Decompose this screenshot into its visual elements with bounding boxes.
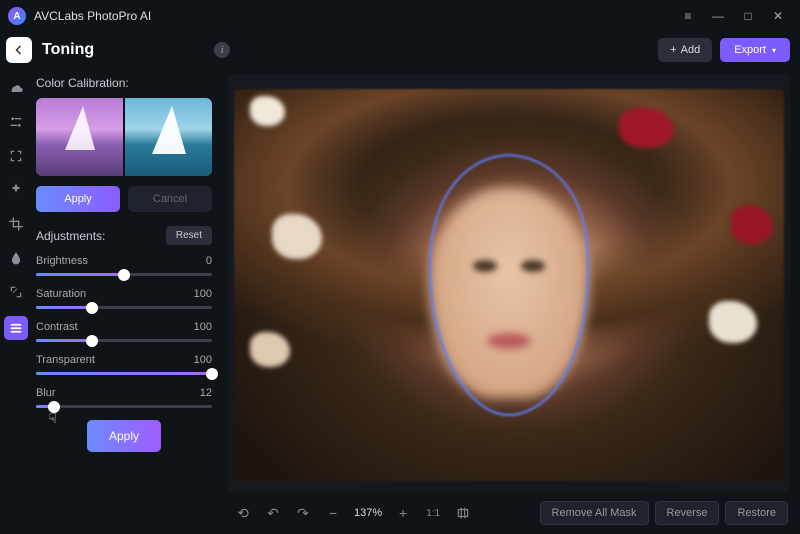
slider-transparent: Transparent 100 — [36, 354, 212, 375]
refresh-icon[interactable]: ⟲ — [230, 501, 256, 525]
minimize-icon[interactable]: — — [704, 4, 732, 28]
undo-icon[interactable]: ↶ — [260, 501, 286, 525]
main: Color Calibration: Apply Cancel Adjustme… — [0, 68, 800, 534]
app-logo: A — [8, 7, 26, 25]
cloud-icon[interactable] — [6, 78, 26, 98]
plus-icon: + — [670, 44, 676, 56]
bottombar-right: Remove All Mask Reverse Restore — [540, 501, 788, 525]
add-label: Add — [681, 44, 701, 56]
calibration-preview[interactable] — [36, 98, 212, 176]
zoom-out-icon[interactable]: − — [320, 501, 346, 525]
cursor-icon: ☟ — [48, 410, 57, 427]
back-button[interactable] — [6, 37, 32, 63]
ratio-button[interactable]: 1:1 — [420, 501, 446, 525]
canvas-area: ⟲ ↶ ↷ − 137% + 1:1 Remove All Mask Rever… — [222, 68, 800, 534]
toning-icon[interactable] — [4, 316, 28, 340]
restore-button[interactable]: Restore — [725, 501, 788, 525]
slider-track[interactable]: ☟ — [36, 405, 212, 408]
calibration-label: Color Calibration: — [36, 76, 212, 90]
slider-saturation: Saturation 100 — [36, 288, 212, 309]
slider-contrast: Contrast 100 — [36, 321, 212, 342]
magic-icon[interactable] — [6, 180, 26, 200]
sidebar: Color Calibration: Apply Cancel Adjustme… — [32, 68, 222, 534]
sliders-icon[interactable] — [6, 112, 26, 132]
slider-name: Saturation — [36, 288, 86, 300]
chevron-down-icon: ▾ — [772, 46, 776, 55]
slider-track[interactable] — [36, 306, 212, 309]
slider-track[interactable] — [36, 273, 212, 276]
slider-name: Contrast — [36, 321, 78, 333]
redo-icon[interactable]: ↷ — [290, 501, 316, 525]
arrow-left-icon — [13, 44, 25, 56]
crop-icon[interactable] — [6, 214, 26, 234]
drop-icon[interactable] — [6, 248, 26, 268]
face-selection — [409, 137, 609, 417]
reverse-button[interactable]: Reverse — [655, 501, 720, 525]
topbar-right: + Add Export ▾ — [658, 38, 790, 62]
window-controls: ≡ — □ ✕ — [674, 4, 792, 28]
topbar: Toning i + Add Export ▾ — [0, 32, 800, 68]
adjustments-label: Adjustments: — [36, 229, 105, 243]
tool-iconbar — [0, 68, 32, 534]
slider-value: 100 — [194, 321, 212, 333]
slider-value: 12 — [200, 387, 212, 399]
slider-thumb[interactable] — [86, 335, 98, 347]
remove-mask-button[interactable]: Remove All Mask — [540, 501, 649, 525]
canvas[interactable] — [228, 74, 790, 492]
slider-value: 100 — [194, 288, 212, 300]
selection-outline — [409, 137, 609, 417]
info-icon[interactable]: i — [214, 42, 230, 58]
adjustments-apply-button[interactable]: Apply — [87, 420, 161, 452]
slider-thumb[interactable] — [86, 302, 98, 314]
slider-name: Brightness — [36, 255, 88, 267]
slider-value: 100 — [194, 354, 212, 366]
preview-before — [36, 98, 123, 176]
close-icon[interactable]: ✕ — [764, 4, 792, 28]
maximize-icon[interactable]: □ — [734, 4, 762, 28]
preview-after — [125, 98, 212, 176]
slider-value: 0 — [206, 255, 212, 267]
menu-icon[interactable]: ≡ — [674, 4, 702, 28]
slider-thumb[interactable] — [118, 269, 130, 281]
adjustments-header: Adjustments: Reset — [36, 226, 212, 245]
photo — [234, 89, 785, 482]
resize-icon[interactable] — [6, 282, 26, 302]
slider-name: Transparent — [36, 354, 95, 366]
calibration-buttons: Apply Cancel — [36, 186, 212, 212]
zoom-in-icon[interactable]: + — [390, 501, 416, 525]
calibration-apply-button[interactable]: Apply — [36, 186, 120, 212]
app-title: AVCLabs PhotoPro AI — [34, 9, 151, 23]
titlebar: A AVCLabs PhotoPro AI ≡ — □ ✕ — [0, 0, 800, 32]
bottombar-left: ⟲ ↶ ↷ − 137% + 1:1 — [230, 501, 476, 525]
slider-name: Blur — [36, 387, 56, 399]
expand-icon[interactable] — [6, 146, 26, 166]
slider-thumb[interactable] — [206, 368, 218, 380]
zoom-value: 137% — [350, 507, 386, 519]
fit-icon[interactable] — [450, 501, 476, 525]
titlebar-left: A AVCLabs PhotoPro AI — [8, 7, 151, 25]
export-button[interactable]: Export ▾ — [720, 38, 790, 62]
bottombar: ⟲ ↶ ↷ − 137% + 1:1 Remove All Mask Rever… — [228, 492, 790, 528]
slider-track[interactable] — [36, 372, 212, 375]
logo-letter: A — [13, 11, 20, 22]
reset-button[interactable]: Reset — [166, 226, 212, 245]
calibration-cancel-button[interactable]: Cancel — [128, 186, 212, 212]
page-title: Toning — [42, 41, 94, 59]
slider-brightness: Brightness 0 — [36, 255, 212, 276]
topbar-left: Toning i — [6, 37, 230, 63]
slider-blur: Blur 12 ☟ — [36, 387, 212, 408]
slider-track[interactable] — [36, 339, 212, 342]
add-button[interactable]: + Add — [658, 38, 712, 62]
sliders-container: Brightness0Saturation100Contrast100Trans… — [36, 255, 212, 408]
export-label: Export — [734, 44, 766, 56]
